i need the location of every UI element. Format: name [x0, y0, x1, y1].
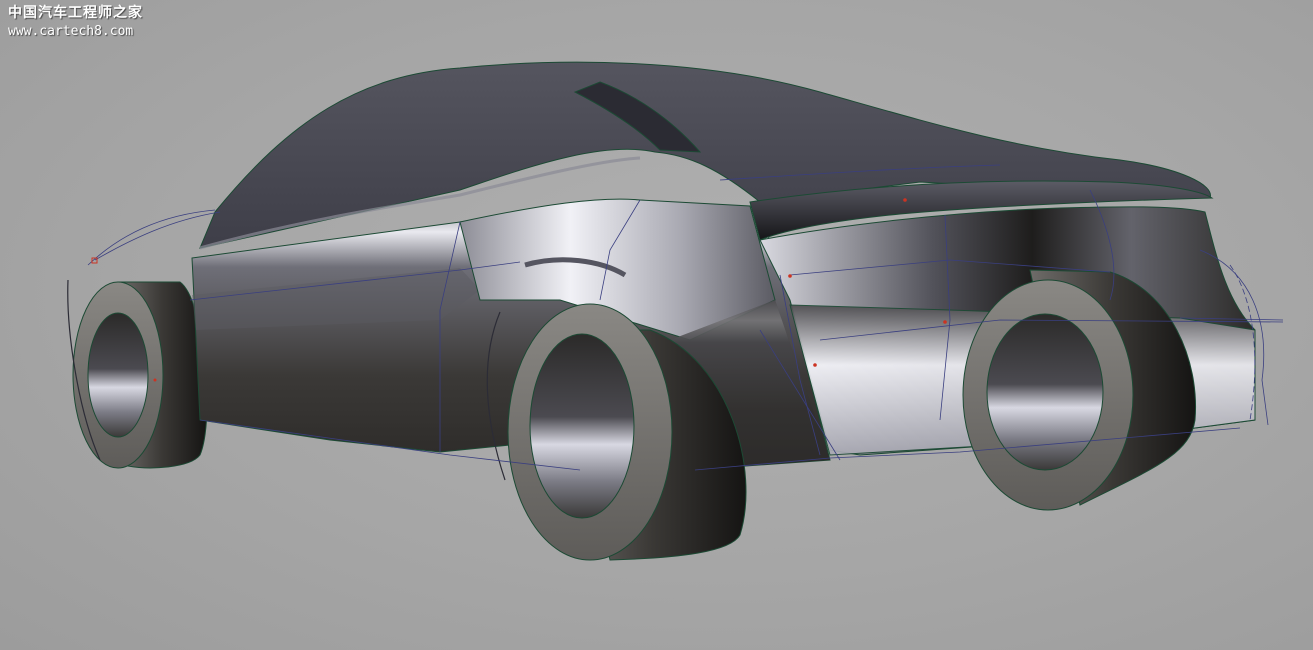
watermark-title: 中国汽车工程师之家 — [8, 5, 143, 21]
front-left-wheel[interactable] — [67, 279, 208, 469]
watermark: 中国汽车工程师之家 www.cartech8.com — [8, 6, 143, 38]
watermark-url: www.cartech8.com — [8, 24, 134, 39]
rear-right-wheel[interactable] — [962, 269, 1197, 511]
car-surface-model[interactable] — [0, 0, 1313, 650]
cad-viewport[interactable]: 中国汽车工程师之家 www.cartech8.com — [0, 0, 1313, 650]
